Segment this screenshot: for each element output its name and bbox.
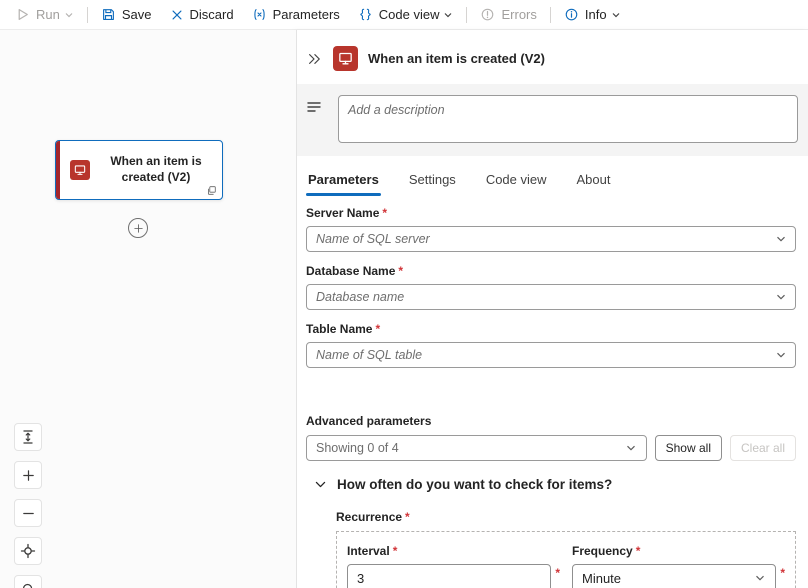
description-input[interactable]: [338, 95, 798, 143]
discard-label: Discard: [190, 7, 234, 22]
clear-all-button[interactable]: Clear all: [730, 435, 796, 461]
parameters-icon: [252, 7, 267, 22]
zoom-out-button[interactable]: [14, 499, 42, 527]
parameters-button[interactable]: Parameters: [243, 1, 349, 29]
interval-input[interactable]: [347, 564, 551, 588]
notes-icon: [306, 99, 322, 115]
info-label: Info: [585, 7, 607, 22]
error-circle-icon: [480, 7, 495, 22]
recurrence-label: Recurrence: [336, 510, 402, 525]
field-label: Table Name: [306, 322, 372, 337]
fit-view-button[interactable]: [14, 423, 42, 451]
frequency-value: Minute: [582, 571, 621, 586]
table-name-field: Table Name *: [306, 322, 796, 368]
required-marker: *: [555, 566, 560, 580]
required-marker: *: [636, 544, 641, 559]
toolbar-divider: [87, 7, 88, 23]
frequency-column: Frequency * Minute: [572, 544, 785, 588]
node-title: When an item is created (V2): [98, 154, 214, 185]
code-view-button[interactable]: Code view: [349, 1, 463, 29]
save-button[interactable]: Save: [92, 1, 161, 29]
toolbar-divider: [466, 7, 467, 23]
errors-button[interactable]: Errors: [471, 1, 545, 29]
power-automate-designer: Run Save Discard Parameters: [0, 0, 808, 588]
run-label: Run: [36, 7, 60, 22]
chevron-down-icon: [754, 572, 766, 584]
play-icon: [15, 7, 30, 22]
flow-canvas[interactable]: When an item is created (V2): [0, 30, 296, 588]
errors-label: Errors: [501, 7, 536, 22]
code-view-label: Code view: [379, 7, 440, 22]
recurrence-section-toggle[interactable]: How often do you want to check for items…: [306, 477, 796, 492]
recurrence-section-body: Recurrence * Interval *: [306, 510, 796, 588]
interval-label: Interval: [347, 544, 390, 559]
advanced-parameters: Advanced parameters Showing 0 of 4 Show …: [306, 414, 796, 461]
description-area: [297, 84, 808, 156]
required-marker: *: [382, 206, 387, 221]
required-marker: *: [780, 566, 785, 580]
parameters-form: Server Name * Database Name *: [297, 196, 808, 588]
focus-pan-button[interactable]: [14, 537, 42, 565]
sql-connector-icon: [333, 46, 358, 71]
database-name-field: Database Name *: [306, 264, 796, 310]
required-marker: *: [393, 544, 398, 559]
frequency-dropdown[interactable]: Minute: [572, 564, 776, 588]
toolbar-divider: [550, 7, 551, 23]
run-button[interactable]: Run: [6, 1, 83, 29]
panel-tabs: Parameters Settings Code view About: [297, 156, 808, 196]
advanced-parameters-value: Showing 0 of 4: [316, 441, 399, 455]
chevron-down-icon: [64, 10, 74, 20]
save-label: Save: [122, 7, 152, 22]
show-all-button[interactable]: Show all: [655, 435, 722, 461]
info-button[interactable]: Info: [555, 1, 630, 29]
interval-column: Interval * *: [347, 544, 560, 588]
tab-about[interactable]: About: [575, 165, 613, 196]
tab-settings[interactable]: Settings: [407, 165, 458, 196]
collapse-panel-button[interactable]: [305, 50, 323, 68]
required-marker: *: [375, 322, 380, 337]
chevron-down-icon: [625, 442, 637, 454]
field-label: Database Name: [306, 264, 395, 279]
discard-button[interactable]: Discard: [161, 1, 243, 29]
save-icon: [101, 7, 116, 22]
tab-parameters[interactable]: Parameters: [306, 165, 381, 196]
command-bar: Run Save Discard Parameters: [0, 0, 808, 30]
field-label: Server Name: [306, 206, 379, 221]
info-icon: [564, 7, 579, 22]
advanced-parameters-label: Advanced parameters: [306, 414, 431, 429]
trigger-node-card[interactable]: When an item is created (V2): [55, 140, 223, 200]
search-canvas-button[interactable]: [14, 575, 42, 588]
table-name-input[interactable]: [306, 342, 796, 368]
required-marker: *: [405, 510, 410, 525]
panel-header: When an item is created (V2): [297, 30, 808, 84]
chevron-down-icon: [314, 478, 327, 491]
advanced-parameters-dropdown[interactable]: Showing 0 of 4: [306, 435, 647, 461]
chevron-down-icon: [443, 10, 453, 20]
database-name-input[interactable]: [306, 284, 796, 310]
recurrence-editor: Interval * *: [336, 531, 796, 588]
zoom-in-button[interactable]: [14, 461, 42, 489]
frequency-label: Frequency: [572, 544, 633, 559]
trigger-settings-panel: When an item is created (V2) Parameters …: [296, 30, 808, 588]
dismiss-icon: [170, 8, 184, 22]
tab-code-view[interactable]: Code view: [484, 165, 549, 196]
copy-icon[interactable]: [206, 185, 217, 196]
panel-title: When an item is created (V2): [368, 51, 545, 66]
server-name-field: Server Name *: [306, 206, 796, 252]
required-marker: *: [398, 264, 403, 279]
recurrence-section-title: How often do you want to check for items…: [337, 477, 612, 492]
chevron-down-icon: [611, 10, 621, 20]
code-braces-icon: [358, 7, 373, 22]
add-action-button[interactable]: [128, 218, 148, 238]
canvas-controls: [14, 423, 42, 588]
server-name-input[interactable]: [306, 226, 796, 252]
parameters-label: Parameters: [273, 7, 340, 22]
sql-connector-icon: [70, 160, 90, 180]
